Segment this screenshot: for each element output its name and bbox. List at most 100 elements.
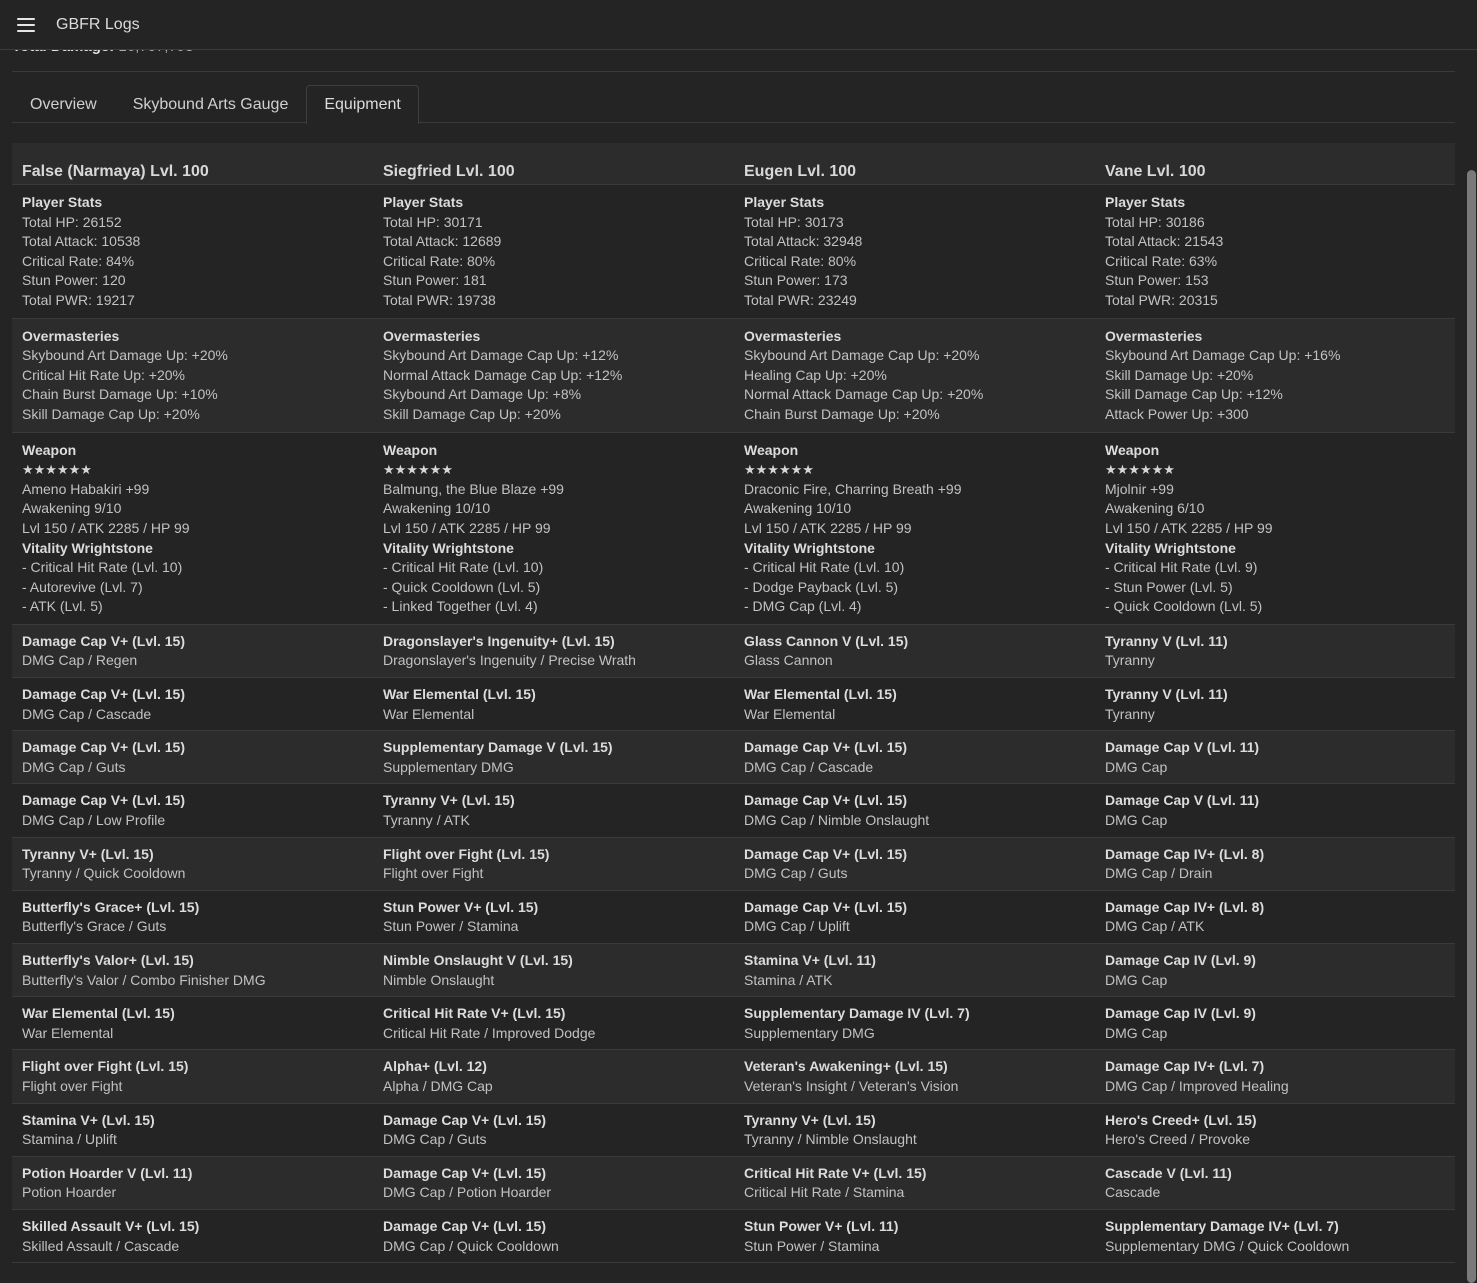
wrightstone-title: Vitality Wrightstone — [383, 539, 514, 556]
sigil-name: Tyranny V+ (Lvl. 15) — [383, 792, 515, 809]
sigil-name: War Elemental (Lvl. 15) — [22, 1005, 175, 1022]
weapon-name: Balmung, the Blue Blaze +99 — [383, 480, 564, 497]
star-rating-icon: ★★★★★★ — [744, 462, 814, 478]
sigil-cell: Flight over Fight (Lvl. 15) Flight over F… — [12, 1050, 373, 1102]
sigil-cell: Glass Cannon V (Lvl. 15) Glass Cannon — [734, 625, 1095, 677]
tab-overview[interactable]: Overview — [12, 85, 115, 123]
overmastery-line: Skybound Art Damage Up: +20% — [22, 347, 228, 364]
sigil-name: Damage Cap V+ (Lvl. 15) — [744, 898, 908, 915]
sigil-traits: Tyranny — [1105, 705, 1155, 722]
stat-line: Critical Rate: 80% — [744, 252, 857, 269]
sigil-name: Butterfly's Valor+ (Lvl. 15) — [22, 952, 194, 968]
sigil-traits: Tyranny — [1105, 652, 1155, 669]
sigil-cell: Nimble Onslaught V (Lvl. 15) Nimble Onsla… — [373, 944, 734, 996]
star-rating-icon: ★★★★★★ — [22, 462, 92, 478]
sigil-traits: DMG Cap — [1105, 971, 1168, 988]
sigil-cell: Damage Cap IV (Lvl. 9) DMG Cap — [1095, 944, 1455, 996]
sigil-traits: Critical Hit Rate / Stamina — [744, 1184, 905, 1201]
wrightstone-trait: - Quick Cooldown (Lvl. 5) — [1105, 598, 1263, 615]
overmastery-line: Skill Damage Cap Up: +12% — [1105, 386, 1283, 403]
tab-skybound-arts-gauge[interactable]: Skybound Arts Gauge — [115, 85, 307, 123]
weapon-stats: Lvl 150 / ATK 2285 / HP 99 — [744, 519, 912, 536]
sigil-cell: Stamina V+ (Lvl. 11) Stamina / ATK — [734, 944, 1095, 996]
sigil-cell: Tyranny V+ (Lvl. 15) Tyranny / ATK — [373, 784, 734, 836]
sigil-name: Hero's Creed+ (Lvl. 15) — [1105, 1111, 1257, 1128]
sigil-cell: Skilled Assault V+ (Lvl. 15) Skilled Assa… — [12, 1210, 373, 1262]
wrightstone-title: Vitality Wrightstone — [22, 539, 153, 556]
sigil-traits: DMG Cap / Nimble Onslaught — [744, 812, 930, 829]
sigil-cell: Damage Cap V+ (Lvl. 15) DMG Cap / Regen — [12, 625, 373, 677]
sigil-cell: Potion Hoarder V (Lvl. 11) Potion Hoarder — [12, 1157, 373, 1209]
stat-line: Stun Power: 153 — [1105, 272, 1209, 289]
sigil-name: Supplementary Damage IV+ (Lvl. 7) — [1105, 1217, 1339, 1234]
wrightstone-trait: - Stun Power (Lvl. 5) — [1105, 578, 1233, 595]
sigil-cell: Butterfly's Valor+ (Lvl. 15) Butterfly's … — [12, 944, 373, 996]
sigil-traits: Nimble Onslaught — [383, 971, 495, 988]
player-stats-row: Player Stats Total HP: 26152 Total Attack:… — [12, 185, 1455, 319]
sigil-name: Dragonslayer's Ingenuity+ (Lvl. 15) — [383, 632, 615, 649]
sigil-name: Damage Cap V+ (Lvl. 15) — [744, 739, 908, 756]
stat-line: Total PWR: 19738 — [383, 291, 496, 308]
sigil-name: Damage Cap IV (Lvl. 9) — [1105, 952, 1256, 968]
sigil-traits: War Elemental — [744, 705, 836, 722]
app-title: GBFR Logs — [56, 15, 140, 33]
overmastery-line: Normal Attack Damage Cap Up: +12% — [383, 366, 623, 383]
sigil-cell: Damage Cap V+ (Lvl. 15) DMG Cap / Guts — [734, 838, 1095, 890]
weapon-stats: Lvl 150 / ATK 2285 / HP 99 — [1105, 519, 1273, 536]
overmasteries-title: Overmasteries — [22, 327, 120, 344]
sigil-traits: Stamina / ATK — [744, 971, 833, 988]
sigil-traits: Tyranny / Nimble Onslaught — [744, 1131, 917, 1148]
sigil-traits: Dragonslayer's Ingenuity / Precise Wrath — [383, 652, 636, 669]
overmastery-line: Critical Hit Rate Up: +20% — [22, 366, 186, 383]
sigil-name: Stamina V+ (Lvl. 11) — [744, 952, 876, 968]
sigil-cell: Dragonslayer's Ingenuity+ (Lvl. 15) Drago… — [373, 625, 734, 677]
sigil-cell: Stun Power V+ (Lvl. 11) Stun Power / Stam… — [734, 1210, 1095, 1262]
sigil-traits: Supplementary DMG / Quick Cooldown — [1105, 1237, 1350, 1254]
sigil-traits: DMG Cap / Low Profile — [22, 812, 166, 829]
sigil-row: Butterfly's Grace+ (Lvl. 15) Butterfly's … — [12, 890, 1455, 944]
sigil-cell: Tyranny V+ (Lvl. 15) Tyranny / Nimble Ons… — [734, 1104, 1095, 1156]
sigil-name: Nimble Onslaught V (Lvl. 15) — [383, 952, 573, 968]
wrightstone-trait: - Critical Hit Rate (Lvl. 10) — [383, 559, 544, 576]
sigil-cell: Damage Cap V+ (Lvl. 15) DMG Cap / Nimble … — [734, 784, 1095, 836]
sigil-traits: DMG Cap — [1105, 1024, 1168, 1041]
wrightstone-title: Vitality Wrightstone — [1105, 539, 1236, 556]
sigil-traits: Potion Hoarder — [22, 1184, 117, 1201]
sigil-traits: Glass Cannon — [744, 652, 833, 669]
wrightstone-trait: - Linked Together (Lvl. 4) — [383, 598, 538, 615]
sigil-row: Potion Hoarder V (Lvl. 11) Potion Hoarder… — [12, 1156, 1455, 1210]
sigil-cell: Damage Cap V (Lvl. 11) DMG Cap — [1095, 731, 1455, 783]
sigil-traits: Alpha / DMG Cap — [383, 1077, 493, 1094]
weapon-cell: Weapon ★★★★★★ Draconic Fire, Charring Brea… — [734, 433, 1095, 624]
tab-equipment[interactable]: Equipment — [306, 85, 419, 124]
sigil-cell: Damage Cap V+ (Lvl. 15) DMG Cap / Low Pro… — [12, 784, 373, 836]
hamburger-menu-icon[interactable] — [17, 17, 35, 32]
sigil-cell: Critical Hit Rate V+ (Lvl. 15) Critical H… — [734, 1157, 1095, 1209]
sigil-traits: Stun Power / Stamina — [744, 1237, 880, 1254]
sigil-name: Damage Cap IV+ (Lvl. 8) — [1105, 898, 1265, 915]
player-stats-cell: Player Stats Total HP: 30186 Total Attack:… — [1095, 185, 1455, 318]
sigil-name: Veteran's Awakening+ (Lvl. 15) — [744, 1058, 948, 1075]
sigil-row: Flight over Fight (Lvl. 15) Flight over F… — [12, 1050, 1455, 1104]
sigil-name: Damage Cap IV (Lvl. 9) — [1105, 1005, 1256, 1022]
stat-line: Total PWR: 20315 — [1105, 291, 1218, 308]
divider — [12, 71, 1455, 72]
sigil-name: Tyranny V+ (Lvl. 15) — [22, 845, 154, 862]
sigil-cell: Damage Cap V+ (Lvl. 15) DMG Cap / Uplift — [734, 891, 1095, 943]
sigil-traits: DMG Cap — [1105, 812, 1168, 829]
sigil-traits: Supplementary DMG — [383, 758, 514, 775]
scrollbar[interactable] — [1467, 170, 1476, 1283]
weapon-title: Weapon — [744, 441, 799, 458]
stat-line: Critical Rate: 80% — [383, 252, 496, 269]
stat-line: Total Attack: 12689 — [383, 233, 502, 250]
sigil-traits: DMG Cap / Drain — [1105, 865, 1213, 882]
star-rating-icon: ★★★★★★ — [1105, 462, 1175, 478]
sigil-name: Damage Cap IV+ (Lvl. 7) — [1105, 1058, 1265, 1075]
player-stats-cell: Player Stats Total HP: 30173 Total Attack:… — [734, 185, 1095, 318]
sigil-traits: DMG Cap / Potion Hoarder — [383, 1184, 552, 1201]
weapon-name: Mjolnir +99 — [1105, 480, 1174, 497]
overmastery-line: Healing Cap Up: +20% — [744, 366, 887, 383]
sigil-name: Critical Hit Rate V+ (Lvl. 15) — [383, 1005, 566, 1022]
star-rating-icon: ★★★★★★ — [383, 462, 453, 478]
wrightstone-trait: - Critical Hit Rate (Lvl. 10) — [22, 559, 183, 576]
